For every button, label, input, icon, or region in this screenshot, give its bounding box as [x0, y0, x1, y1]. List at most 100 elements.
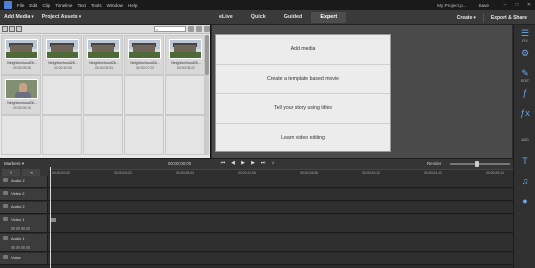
menu-help[interactable]: Help	[128, 3, 137, 8]
sort-icon[interactable]	[16, 26, 22, 32]
render-button[interactable]: Render	[427, 161, 441, 166]
titles-action[interactable]: Tell your story using titles	[216, 94, 390, 124]
tab-guided[interactable]: Guided	[275, 12, 312, 23]
step-forward-icon[interactable]: ▶	[248, 160, 258, 167]
tab-quick[interactable]: Quick	[242, 12, 275, 23]
clip-thumbnail-image	[128, 39, 161, 59]
template-movie-action[interactable]: Create a template based movie	[216, 65, 390, 94]
track-lane[interactable]	[48, 234, 513, 251]
fx-icon: ƒx	[520, 108, 530, 118]
go-to-end-icon[interactable]: ⏭	[258, 160, 268, 167]
monitor-panel: Add media Create a template based movie …	[212, 25, 512, 158]
empty-grid-cell	[42, 75, 82, 115]
track-control-icon[interactable]	[11, 246, 15, 249]
track-toggle-icon[interactable]	[3, 236, 8, 240]
asset-thumbnail[interactable]: Neighborhood26... 00:00:08:22	[165, 35, 205, 75]
track-toggle-icon[interactable]	[3, 204, 8, 208]
track-lane[interactable]	[48, 253, 513, 264]
track-header: Video 1	[0, 215, 48, 232]
asset-thumbnail[interactable]: Neighborhood26... 00:00:09:03	[83, 35, 123, 75]
delete-icon[interactable]	[204, 26, 210, 32]
learn-editing-action[interactable]: Learn video editing	[216, 124, 390, 154]
track-lane[interactable]	[48, 176, 513, 187]
step-back-icon[interactable]: ◀	[228, 160, 238, 167]
project-name: My Project.p...	[437, 2, 467, 8]
menu-edit[interactable]: Edit	[29, 3, 37, 8]
export-share-button[interactable]: Export & Share	[487, 15, 531, 21]
add-media-action[interactable]: Add media	[216, 35, 390, 65]
menu-timeline[interactable]: Timeline	[55, 3, 72, 8]
new-item-icon[interactable]	[196, 26, 202, 32]
edit-tool[interactable]: ✎ EDIT	[516, 69, 534, 84]
asset-thumbnail[interactable]: Neighborhood26... 00:00:09:10	[1, 75, 41, 115]
track-controls	[11, 227, 31, 230]
effects-tool[interactable]: ƒ	[516, 89, 534, 98]
track-toggle-icon[interactable]	[3, 191, 8, 195]
snap-icon[interactable]: ⇥	[22, 169, 40, 176]
asset-thumbnail[interactable]: Neighborhood26... 00:00:09:26	[1, 35, 41, 75]
music-tool[interactable]: ♫	[516, 177, 534, 186]
go-to-start-icon[interactable]: ⏮	[218, 160, 228, 167]
menu-tools[interactable]: Tools	[91, 3, 102, 8]
tab-elive[interactable]: eLive	[210, 12, 242, 23]
graphics-icon: ●	[522, 196, 528, 206]
ruler-time-label: 00;00;20;10	[362, 171, 380, 175]
asset-grid: Neighborhood26... 00:00:09:26 Neighborhood…	[0, 35, 210, 156]
track-control-icon[interactable]	[16, 227, 20, 230]
zoom-slider[interactable]	[450, 161, 510, 167]
tool-label: FIX	[522, 39, 528, 43]
track-lane[interactable]	[48, 189, 513, 200]
volume-icon[interactable]: ♪	[268, 160, 278, 167]
adjust-sliders-icon: ⚙	[520, 48, 530, 58]
save-button[interactable]: Save	[479, 3, 489, 8]
track-control-icon[interactable]	[21, 246, 25, 249]
adjust-tool[interactable]: ☰ FIX	[516, 29, 534, 44]
ruler-time-label: 00;00;04;02	[114, 171, 132, 175]
playhead[interactable]	[50, 167, 51, 268]
scrollbar-thumb[interactable]	[205, 35, 209, 75]
graphics-tool[interactable]: ●	[516, 197, 534, 206]
add-tool[interactable]: ADD	[516, 137, 534, 142]
close-icon[interactable]: ✕	[523, 2, 535, 8]
project-assets-button[interactable]: Project Assets▾	[38, 14, 85, 20]
toolbar: Add Media▾ Project Assets▾ eLive Quick G…	[0, 10, 535, 25]
track-options-icon[interactable]: ≡	[2, 169, 20, 176]
add-media-button[interactable]: Add Media▾	[0, 14, 38, 20]
play-icon[interactable]: ▶	[238, 160, 248, 167]
menu-clip[interactable]: Clip	[42, 3, 50, 8]
fx-tool[interactable]: ƒx	[516, 109, 534, 118]
assets-scrollbar[interactable]	[205, 35, 209, 155]
track-control-icon[interactable]	[26, 227, 30, 230]
maximize-icon[interactable]: □	[511, 2, 523, 8]
track-control-icon[interactable]	[11, 227, 15, 230]
track-control-icon[interactable]	[21, 227, 25, 230]
track-toggle-icon[interactable]	[3, 178, 8, 182]
track-lane[interactable]	[48, 215, 513, 232]
adjust-sliders-tool[interactable]: ⚙	[516, 49, 534, 58]
create-button[interactable]: Create▾	[453, 15, 480, 21]
track-toggle-icon[interactable]	[3, 255, 8, 259]
track-toggle-icon[interactable]	[3, 217, 8, 221]
thumb-body	[15, 92, 31, 98]
menu-text[interactable]: Text	[77, 3, 85, 8]
clip-name: Neighborhood26...	[89, 61, 119, 65]
asset-thumbnail[interactable]: Neighborhood26... 00:00:10:05	[42, 35, 82, 75]
search-input[interactable]: ⌕	[154, 26, 186, 32]
grid-view-icon[interactable]	[9, 26, 15, 32]
track-lane[interactable]	[48, 202, 513, 213]
list-view-icon[interactable]	[2, 26, 8, 32]
zoom-slider-knob[interactable]	[475, 161, 479, 167]
tab-expert[interactable]: Expert	[311, 12, 347, 23]
track-header: Voice	[0, 253, 48, 264]
title-tool[interactable]: T	[516, 157, 534, 166]
track-name: Audio 2	[11, 178, 25, 183]
track-control-icon[interactable]	[16, 246, 20, 249]
asset-thumbnail[interactable]: Neighborhood26... 00:00:07:23	[124, 35, 164, 75]
track-control-icon[interactable]	[26, 246, 30, 249]
markers-dropdown[interactable]: Markers ▾	[4, 161, 24, 167]
new-folder-icon[interactable]	[188, 26, 194, 32]
menu-window[interactable]: Window	[107, 3, 123, 8]
timeline-track: Audio 2	[0, 202, 513, 214]
menu-file[interactable]: File	[17, 3, 24, 8]
minimize-icon[interactable]: –	[499, 2, 511, 8]
